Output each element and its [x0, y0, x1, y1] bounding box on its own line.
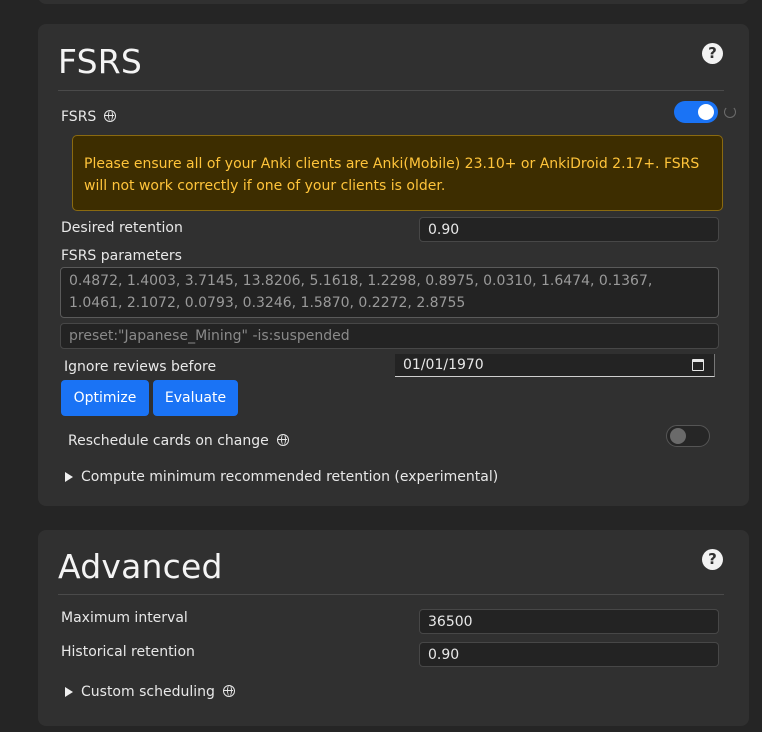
globe-icon	[104, 110, 117, 122]
fsrs-parameters-textarea[interactable]: 0.4872, 1.4003, 3.7145, 13.8206, 5.1618,…	[60, 267, 719, 318]
fsrs-section-title: FSRS	[58, 42, 143, 81]
ignore-reviews-label: Ignore reviews before	[64, 359, 217, 375]
disclosure-triangle-icon	[65, 687, 73, 697]
help-icon[interactable]: ?	[702, 43, 723, 64]
date-value: 01/01/1970	[403, 357, 484, 373]
section-divider	[58, 90, 724, 91]
previous-section-card	[38, 0, 749, 4]
historical-retention-label: Historical retention	[61, 644, 195, 660]
fsrs-toggle-label-text: FSRS	[61, 109, 97, 125]
search-query-input[interactable]	[60, 323, 719, 349]
maximum-interval-input[interactable]	[419, 609, 719, 634]
section-divider	[58, 594, 724, 595]
fsrs-toggle-label: FSRS	[61, 109, 117, 125]
globe-icon	[276, 434, 289, 446]
ignore-reviews-date-input[interactable]: 01/01/1970	[395, 354, 715, 377]
custom-scheduling-label: Custom scheduling	[81, 684, 215, 700]
desired-retention-input[interactable]	[419, 217, 719, 242]
toggle-knob	[670, 428, 686, 444]
calendar-icon[interactable]	[692, 359, 704, 371]
advanced-section-title: Advanced	[58, 547, 223, 586]
reschedule-label: Reschedule cards on change	[68, 433, 289, 449]
globe-icon	[222, 685, 235, 697]
fsrs-toggle[interactable]	[674, 101, 718, 123]
advanced-section: Advanced ? Maximum interval Historical r…	[38, 530, 749, 726]
help-icon[interactable]: ?	[702, 549, 723, 570]
disclosure-triangle-icon	[65, 472, 73, 482]
desired-retention-label: Desired retention	[61, 220, 183, 236]
compute-min-retention-label: Compute minimum recommended retention (e…	[81, 469, 499, 485]
maximum-interval-label: Maximum interval	[61, 610, 188, 626]
fsrs-section: FSRS ? FSRS Please ensure all of your An…	[38, 24, 749, 506]
fsrs-parameters-label: FSRS parameters	[61, 248, 182, 264]
optimize-button[interactable]: Optimize	[61, 380, 149, 416]
evaluate-button[interactable]: Evaluate	[153, 380, 238, 416]
fsrs-warning-banner: Please ensure all of your Anki clients a…	[72, 135, 723, 211]
revert-icon[interactable]	[724, 106, 736, 118]
custom-scheduling-disclosure[interactable]: Custom scheduling	[65, 684, 235, 700]
compute-min-retention-disclosure[interactable]: Compute minimum recommended retention (e…	[65, 469, 498, 485]
reschedule-label-text: Reschedule cards on change	[68, 433, 269, 449]
historical-retention-input[interactable]	[419, 642, 719, 667]
toggle-knob	[698, 104, 714, 120]
reschedule-toggle[interactable]	[666, 425, 710, 447]
